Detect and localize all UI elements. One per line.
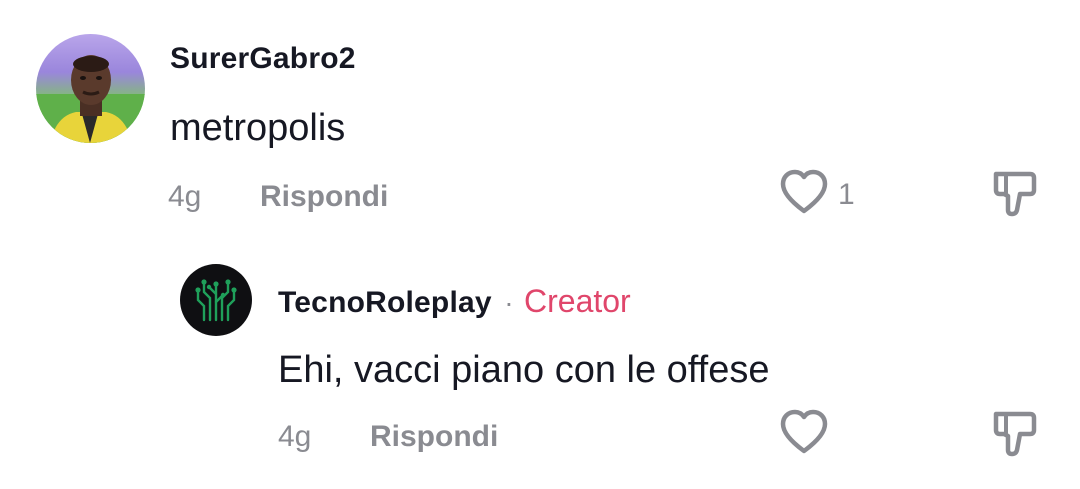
like-button[interactable] [778, 168, 830, 216]
comment-username[interactable]: SurerGabro2 [170, 42, 356, 76]
circuit-logo-icon [195, 279, 237, 322]
reply-username[interactable]: TecnoRoleplay [278, 286, 492, 319]
comment-text: metropolis [170, 107, 346, 149]
separator-dot: · [504, 287, 514, 318]
reply-reply-button[interactable]: Rispondi [370, 420, 498, 454]
reply-like-button[interactable] [778, 408, 830, 456]
reply-dislike-button[interactable] [990, 408, 1038, 458]
reply-text: Ehi, vacci piano con le offese [278, 349, 770, 391]
creator-badge: Creator [524, 283, 631, 319]
thumbs-down-outline-icon [993, 171, 1037, 217]
heart-outline-icon [780, 409, 828, 454]
dislike-button[interactable] [990, 168, 1038, 218]
thumbs-down-outline-icon [993, 411, 1037, 457]
avatar-tecnoroleplay[interactable] [180, 264, 252, 336]
heart-outline-icon [780, 169, 828, 214]
like-count: 1 [838, 178, 855, 211]
avatar-surergabro2[interactable] [36, 34, 145, 143]
reply-button[interactable]: Rispondi [260, 180, 388, 214]
reply-header: TecnoRoleplay · Creator [278, 283, 631, 320]
avatar-image [36, 55, 145, 143]
comment-timestamp: 4g [168, 180, 202, 213]
reply-timestamp: 4g [278, 420, 312, 453]
